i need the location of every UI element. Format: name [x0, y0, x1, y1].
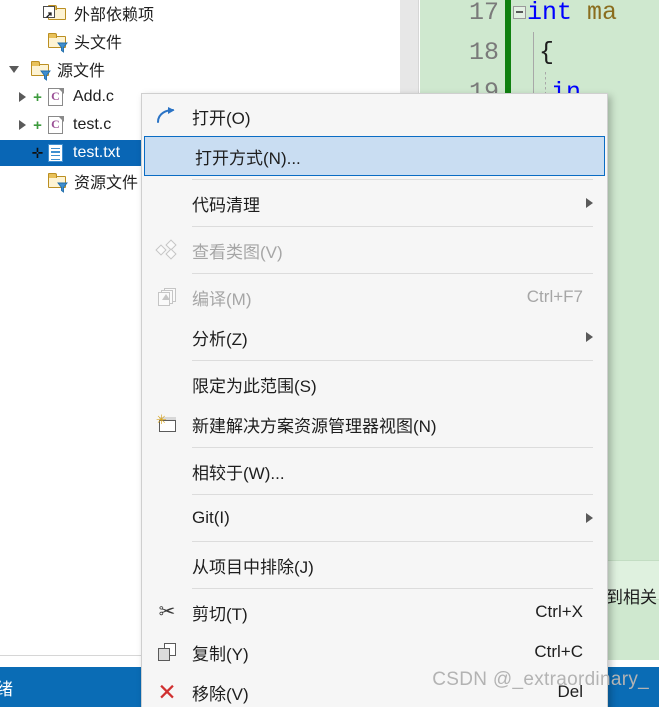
folder-filter-icon: [45, 168, 69, 194]
menu-item-label: Git(I): [192, 508, 230, 527]
folder-external-icon: [42, 0, 69, 26]
menu-item: 编译(M) Ctrl+F7: [142, 277, 607, 317]
menu-item-label: 相较于(W)...: [192, 463, 285, 483]
menu-item[interactable]: 打开方式(N)...: [144, 136, 605, 176]
menu-icon-none: [142, 317, 192, 357]
tree-item-label: 外部依赖项: [74, 7, 155, 24]
submenu-arrow-icon: [586, 198, 593, 208]
expander-collapsed-icon[interactable]: [14, 84, 31, 110]
c-file-icon: C: [44, 112, 68, 138]
menu-item-label: 新建解决方案资源管理器视图(N): [192, 416, 437, 436]
open-arrow-icon: [142, 96, 192, 136]
menu-item-label: 代码清理: [192, 195, 260, 215]
code-line: 17 int ma: [420, 0, 659, 32]
tree-item-label: 源文件: [57, 63, 106, 80]
tree-item-external-dependencies[interactable]: 外部依赖项: [0, 0, 400, 26]
menu-item[interactable]: 复制(Y) Ctrl+C: [142, 632, 607, 672]
submenu-arrow-icon: [586, 513, 593, 523]
change-bar: [505, 32, 511, 72]
expander-placeholder: [28, 168, 45, 194]
menu-item-shortcut: Ctrl+X: [535, 602, 583, 621]
c-file-icon: C: [44, 84, 68, 110]
menu-item[interactable]: 分析(Z): [142, 317, 607, 357]
menu-item[interactable]: ✳ 新建解决方案资源管理器视图(N): [142, 404, 607, 444]
expander-collapsed-icon[interactable]: [14, 112, 31, 138]
menu-item-shortcut: Ctrl+F7: [526, 287, 583, 306]
menu-separator: [192, 226, 593, 227]
compile-icon: [142, 277, 192, 317]
menu-separator: [192, 360, 593, 361]
menu-item[interactable]: 从项目中排除(J): [142, 545, 607, 585]
watermark-text: CSDN @_extraordinary_: [432, 669, 649, 690]
menu-icon-none: [142, 545, 192, 585]
tree-item-label: Add.c: [73, 88, 114, 105]
tree-item-header-files[interactable]: 头文件: [0, 28, 400, 54]
expander-open-icon[interactable]: [5, 56, 22, 82]
menu-icon-none: [142, 498, 192, 538]
menu-item-label: 打开方式(N)...: [195, 148, 301, 168]
menu-item[interactable]: 打开(O): [142, 96, 607, 136]
source-control-pending-icon: ✛: [31, 145, 44, 161]
menu-separator: [192, 447, 593, 448]
solution-explorer-context-menu[interactable]: 打开(O) 打开方式(N)... 代码清理查看类图(V) 编译(M) Ctrl+F7 分析…: [141, 93, 608, 707]
menu-separator: [192, 541, 593, 542]
menu-separator: [192, 494, 593, 495]
scissors-icon: ✂: [158, 601, 176, 623]
code-text: {: [539, 37, 555, 67]
tree-item-label: 资源文件: [74, 175, 139, 192]
txt-file-icon: [44, 140, 68, 166]
expander-placeholder: [14, 140, 31, 166]
menu-item-label: 从项目中排除(J): [192, 557, 314, 577]
menu-icon-none: [145, 136, 195, 176]
code-line: 18 {: [420, 32, 659, 72]
menu-separator: [192, 588, 593, 589]
new-view-icon: ✳: [142, 404, 192, 444]
menu-item[interactable]: ✂ 剪切(T) Ctrl+X: [142, 592, 607, 632]
menu-item-label: 分析(Z): [192, 329, 248, 349]
menu-item[interactable]: 代码清理: [142, 183, 607, 223]
code-text: int ma: [527, 0, 618, 27]
menu-item-label: 复制(Y): [192, 644, 249, 664]
remove-x-icon: ✕: [157, 678, 177, 705]
menu-item-label: 编译(M): [192, 289, 252, 309]
menu-item-label: 打开(O): [192, 108, 251, 128]
source-control-added-icon: +: [33, 116, 42, 134]
menu-item-shortcut: Ctrl+C: [534, 642, 583, 661]
menu-icon-none: [142, 451, 192, 491]
status-text: 绪: [0, 679, 13, 699]
copy-icon: [142, 632, 192, 672]
menu-item[interactable]: 相较于(W)...: [142, 451, 607, 491]
tree-item-label: test.c: [73, 116, 112, 133]
submenu-arrow-icon: [586, 332, 593, 342]
vs-ide-window: 外部依赖项 头文件 源文件 + C Add.c + C test.c ✛ tes…: [0, 0, 659, 707]
menu-item-label: 查看类图(V): [192, 242, 283, 262]
menu-item[interactable]: 限定为此范围(S): [142, 364, 607, 404]
menu-separator: [192, 273, 593, 274]
expander-placeholder: [28, 28, 45, 54]
line-number: 17: [468, 0, 499, 27]
folder-filter-icon: [28, 56, 52, 82]
menu-separator: [192, 179, 593, 180]
menu-item-label: 限定为此范围(S): [192, 376, 317, 396]
menu-item: 查看类图(V): [142, 230, 607, 270]
class-diagram-icon: [142, 230, 192, 270]
menu-item[interactable]: Git(I): [142, 498, 607, 538]
tree-item-label: 头文件: [74, 35, 123, 52]
tree-item-source-files[interactable]: 源文件: [0, 56, 400, 82]
menu-icon-none: [142, 364, 192, 404]
indent-guide: [527, 32, 539, 72]
tree-item-label: test.txt: [73, 144, 121, 161]
menu-item-label: 剪切(T): [192, 604, 248, 624]
source-control-added-icon: +: [33, 88, 42, 106]
folder-filter-icon: [45, 28, 69, 54]
collapse-toggle-icon[interactable]: [511, 5, 527, 19]
line-number: 18: [468, 37, 499, 67]
menu-icon-none: [142, 183, 192, 223]
